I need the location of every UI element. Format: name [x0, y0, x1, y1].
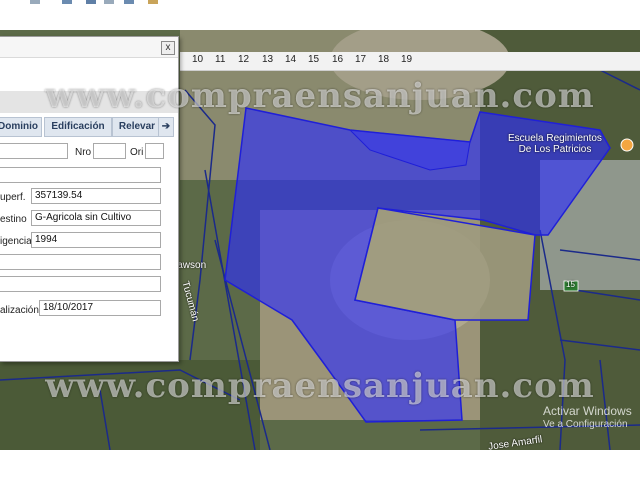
- ruler-tick: 15: [308, 54, 320, 65]
- nro-label: Nro: [75, 147, 92, 158]
- windows-activation-subtitle: Ve a Configuración: [543, 419, 628, 430]
- panel-band: [0, 91, 178, 113]
- bottom-strip: [0, 450, 640, 480]
- tab-scroll-right-icon[interactable]: ➔: [158, 117, 174, 137]
- ruler-tick: 10: [192, 54, 204, 65]
- parcel-info-panel: x Dominio Edificación Relevar ➔ Nro Ori …: [0, 36, 179, 362]
- ruler-tick: 17: [355, 54, 367, 65]
- ruler-tick: 16: [332, 54, 344, 65]
- screen: Escuela Regimientos De Los Patricios Tuc…: [0, 0, 640, 480]
- top-toolbar-strip: [0, 0, 640, 30]
- grid-ruler: 10 11 12 13 14 15 16 17 18 19: [180, 52, 640, 71]
- tab-bar: Dominio Edificación Relevar ➔: [0, 117, 178, 137]
- ruler-tick: 12: [238, 54, 250, 65]
- ruler-tick: 19: [401, 54, 413, 65]
- close-button[interactable]: x: [161, 41, 175, 55]
- vigencia-label: igencia: [0, 236, 32, 247]
- tab-edificacion[interactable]: Edificación: [44, 117, 112, 137]
- windows-activation-notice: Activar Windows Ve a Configuración: [543, 404, 632, 432]
- school-label: Escuela Regimientos De Los Patricios: [508, 133, 602, 155]
- toolbar-icons: [30, 0, 158, 4]
- field-blank-3[interactable]: [0, 254, 161, 270]
- superficie-label: uperf.: [0, 192, 26, 203]
- ori-label: Ori: [130, 147, 144, 158]
- panel-header: x: [0, 37, 178, 58]
- field-blank-1[interactable]: [0, 143, 68, 159]
- tab-dominio[interactable]: Dominio: [0, 117, 42, 137]
- actualizacion-label: alización: [0, 305, 39, 316]
- nro-field[interactable]: [93, 143, 126, 159]
- actualizacion-field[interactable]: 18/10/2017: [39, 300, 161, 316]
- ori-field[interactable]: [145, 143, 164, 159]
- destino-label: estino: [0, 214, 27, 225]
- ruler-tick: 13: [262, 54, 274, 65]
- destino-field[interactable]: G-Agricola sin Cultivo: [31, 210, 161, 226]
- vigencia-field[interactable]: 1994: [31, 232, 161, 248]
- school-label-line2: De Los Patricios: [518, 144, 592, 155]
- ruler-tick: 18: [378, 54, 390, 65]
- tab-relevar[interactable]: Relevar: [112, 117, 162, 137]
- ruler-tick: 11: [215, 54, 226, 65]
- school-label-line1: Escuela Regimientos: [508, 133, 602, 144]
- school-marker-icon[interactable]: [620, 138, 634, 152]
- field-blank-2[interactable]: [0, 167, 161, 183]
- windows-activation-title: Activar Windows: [543, 404, 632, 418]
- field-blank-4[interactable]: [0, 276, 161, 292]
- route-badge-label: 15: [566, 280, 575, 289]
- superficie-field[interactable]: 357139.54: [31, 188, 161, 204]
- ruler-tick: 14: [285, 54, 297, 65]
